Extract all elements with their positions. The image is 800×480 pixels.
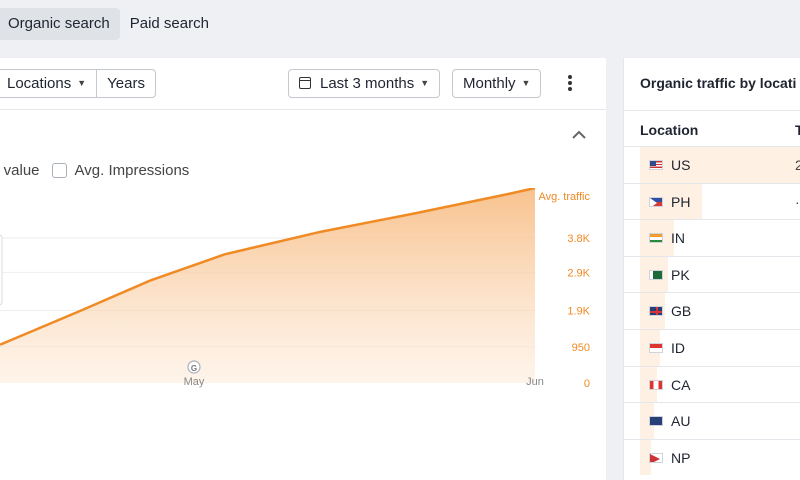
traffic-share-bar: [640, 147, 800, 183]
tooltip-edge: [0, 234, 3, 306]
location-column-header: Location: [640, 122, 699, 138]
panel-title: Organic traffic by locati: [640, 75, 797, 91]
traffic-value: 2: [795, 157, 800, 173]
location-row[interactable]: PH ·: [624, 182, 800, 220]
location-row[interactable]: AU: [624, 402, 800, 439]
flag-pk-icon: [649, 269, 663, 280]
view-mode-toggle: Locations ▼ Years: [0, 69, 156, 98]
location-row[interactable]: PK: [624, 255, 800, 293]
location-row[interactable]: CA: [624, 365, 800, 403]
flag-np-icon: [649, 452, 663, 463]
location-code: NP: [671, 449, 691, 466]
granularity-dropdown[interactable]: Monthly ▼: [452, 69, 542, 98]
location-code: IN: [671, 230, 685, 247]
calendar-icon: [299, 77, 311, 89]
y-tick-label: 0: [584, 378, 590, 390]
flag-ca-icon: [649, 379, 663, 390]
google-update-icon: G: [191, 364, 197, 373]
traffic-by-location-panel: Organic traffic by locati Location T US 2…: [623, 58, 800, 480]
more-options-icon[interactable]: [563, 75, 577, 95]
date-range-label: Last 3 months: [320, 75, 415, 92]
location-code: ID: [671, 339, 685, 356]
traffic-column-header: T: [795, 122, 800, 138]
granularity-label: Monthly: [463, 75, 516, 92]
traffic-value: ·: [795, 193, 800, 210]
location-row[interactable]: ID: [624, 328, 800, 366]
chevron-up-icon[interactable]: [568, 124, 590, 146]
location-code: PK: [671, 266, 690, 283]
tab-paid-search[interactable]: Paid search: [120, 8, 219, 40]
chart-legend: c value Avg. Impressions: [0, 162, 189, 179]
tab-organic-search[interactable]: Organic search: [0, 8, 120, 40]
traffic-area: [0, 188, 535, 383]
flag-us-icon: [649, 160, 663, 170]
chevron-down-icon: ▼: [420, 78, 430, 88]
location-row[interactable]: GB: [624, 292, 800, 329]
x-tick-label: Jun: [526, 376, 544, 388]
flag-ph-icon: [649, 196, 663, 207]
search-type-tabs: Organic search Paid search: [0, 8, 219, 40]
series-label: Avg. traffic: [538, 191, 590, 203]
flag-in-icon: [649, 233, 663, 244]
location-code: CA: [671, 376, 691, 393]
location-table-header: Location T: [624, 110, 800, 146]
y-tick-label: 1.9K: [567, 306, 590, 318]
location-code: US: [671, 157, 691, 173]
location-code: GB: [671, 303, 692, 320]
chevron-down-icon: ▼: [521, 78, 531, 88]
y-tick-label: 2.9K: [567, 267, 590, 279]
y-tick-label: 3.8K: [567, 233, 590, 245]
years-button[interactable]: Years: [96, 70, 155, 97]
location-row[interactable]: NP: [624, 438, 800, 476]
locations-dropdown[interactable]: Locations ▼: [0, 70, 96, 97]
flag-au-icon: [649, 416, 663, 427]
location-row[interactable]: US 2: [624, 146, 800, 183]
locations-label: Locations: [7, 75, 72, 92]
traffic-area-chart: 0 950 1.9K 2.9K 3.8K Avg. traffic May Jun G: [0, 188, 591, 390]
legend-impressions-label: Avg. Impressions: [74, 162, 190, 179]
location-code: AU: [671, 413, 691, 430]
flag-id-icon: [649, 342, 663, 353]
chevron-down-icon: ▼: [77, 78, 87, 88]
location-code: PH: [671, 193, 691, 210]
flag-gb-icon: [649, 306, 663, 317]
x-tick-label: May: [184, 376, 205, 388]
legend-value-label: c value: [0, 162, 40, 179]
location-row[interactable]: IN: [624, 219, 800, 256]
traffic-chart-panel: Locations ▼ Years Last 3 months ▼ Monthly ▼…: [0, 58, 606, 480]
y-tick-label: 950: [572, 342, 590, 354]
impressions-checkbox[interactable]: [51, 163, 67, 178]
date-range-dropdown[interactable]: Last 3 months ▼: [288, 69, 441, 98]
location-table: US 2 PH · IN PK GB ID CA AU NP: [624, 146, 800, 476]
chart-toolbar: Locations ▼ Years Last 3 months ▼ Monthly ▼: [0, 58, 606, 110]
